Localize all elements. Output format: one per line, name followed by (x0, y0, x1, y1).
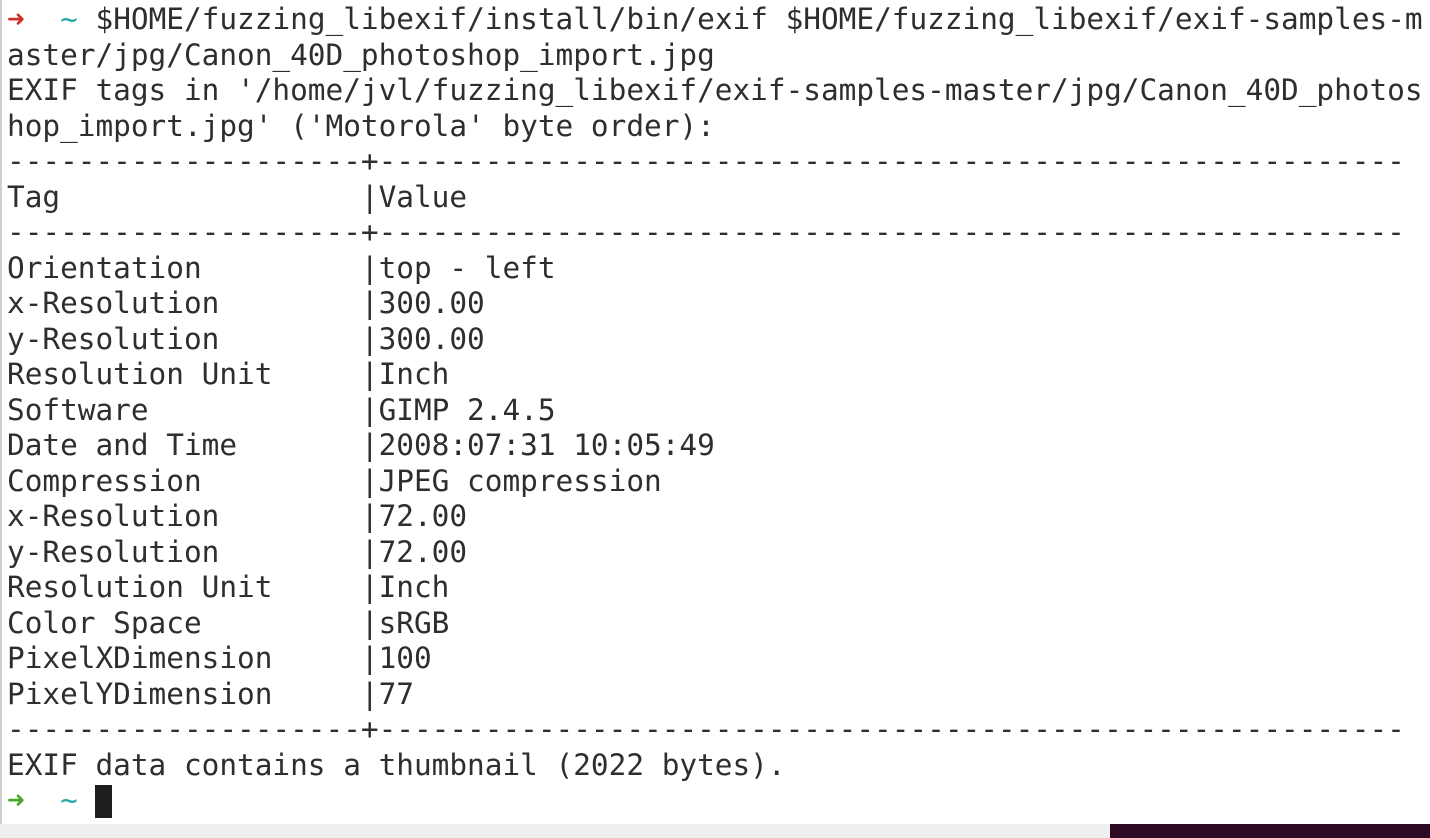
output-line: hop_import.jpg' ('Motorola' byte order): (7, 108, 715, 143)
output-line: PixelXDimension |100 (7, 641, 432, 675)
active-prompt-line[interactable]: ➜ ~ (2, 783, 1430, 819)
output-line: Compression |JPEG compression (7, 463, 662, 498)
output-line: Color Space |sRGB (7, 605, 450, 640)
output-line: Tag |Value (7, 179, 468, 214)
command-line: ➜ ~ $HOME/fuzzing_libexif/install/bin/ex… (2, 2, 1430, 38)
output-line: x-Resolution |72.00 (7, 499, 468, 533)
terminal-window[interactable]: ➜ ~ $HOME/fuzzing_libexif/install/bin/ex… (0, 0, 1430, 824)
output-line: Date and Time |2008:07:31 10:05:49 (7, 428, 715, 462)
prompt-arrow-icon: ➜ (7, 2, 25, 36)
command-output: EXIF tags in '/home/jvl/fuzzing_libexif/… (2, 73, 1430, 783)
text-cursor (94, 785, 112, 818)
command-text: $HOME/fuzzing_libexif/install/bin/exif $… (95, 2, 1423, 36)
command-line-wrap: aster/jpg/Canon_40D_photoshop_import.jpg (2, 38, 1430, 74)
output-line: EXIF tags in '/home/jvl/fuzzing_libexif/… (7, 73, 1423, 107)
output-line: --------------------+-------------------… (7, 712, 1405, 746)
prompt-directory: ~ (60, 783, 78, 817)
output-line: Orientation |top - left (7, 250, 556, 285)
output-line: Resolution Unit |Inch (7, 570, 450, 604)
output-line: --------------------+-------------------… (7, 215, 1405, 249)
output-line: Software |GIMP 2.4.5 (7, 392, 556, 427)
output-line: Resolution Unit |Inch (7, 357, 450, 391)
output-line: EXIF data contains a thumbnail (2022 byt… (7, 747, 786, 782)
command-text-wrap: aster/jpg/Canon_40D_photoshop_import.jpg (7, 37, 715, 72)
prompt-arrow-icon: ➜ (7, 783, 25, 817)
desktop-background (1110, 824, 1430, 838)
output-line: x-Resolution |300.00 (7, 286, 485, 320)
output-line: PixelYDimension |77 (7, 676, 414, 711)
output-line: y-Resolution |72.00 (7, 534, 468, 569)
output-line: y-Resolution |300.00 (7, 321, 485, 356)
output-line: --------------------+-------------------… (7, 144, 1405, 178)
prompt-directory: ~ (60, 2, 78, 36)
